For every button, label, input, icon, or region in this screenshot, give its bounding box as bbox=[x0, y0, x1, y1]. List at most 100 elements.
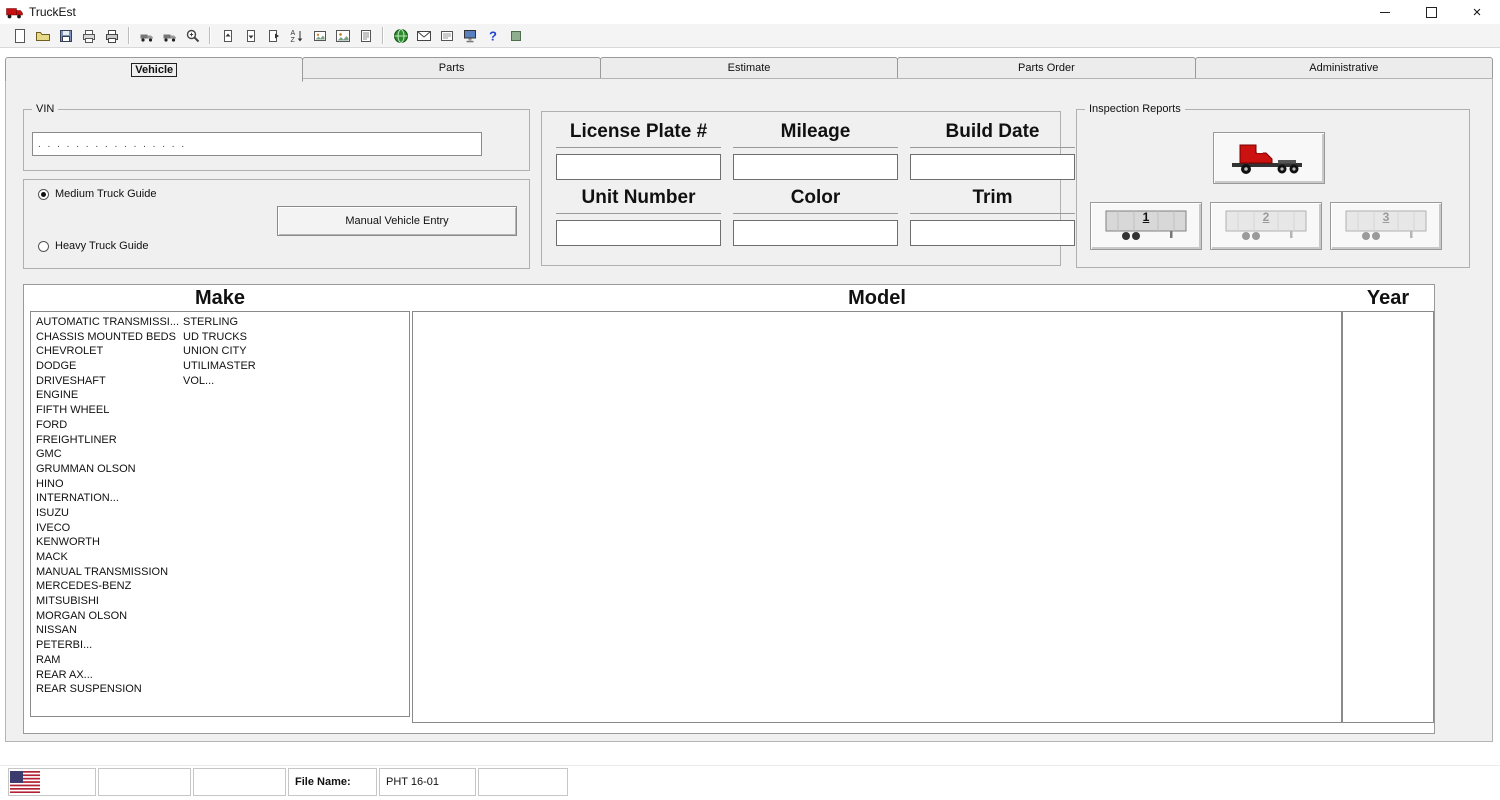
make-item[interactable]: FORD bbox=[34, 418, 180, 433]
notes-button[interactable] bbox=[435, 25, 458, 46]
vehicle-field-input[interactable] bbox=[556, 220, 721, 246]
make-item[interactable]: IVECO bbox=[34, 521, 180, 536]
make-header: Make bbox=[30, 286, 410, 311]
make-item[interactable]: AUTOMATIC TRANSMISSI... bbox=[34, 315, 180, 330]
web-button[interactable] bbox=[389, 25, 412, 46]
make-item[interactable]: MERCEDES-BENZ bbox=[34, 579, 180, 594]
make-item[interactable]: DRIVESHAFT bbox=[34, 374, 180, 389]
open-button[interactable] bbox=[31, 25, 54, 46]
make-item[interactable]: MANUAL TRANSMISSION bbox=[34, 565, 180, 580]
computer-button[interactable] bbox=[458, 25, 481, 46]
vehicle-field-input[interactable] bbox=[910, 154, 1075, 180]
trailer-1-inspection-button[interactable]: 1 bbox=[1090, 202, 1202, 250]
make-item[interactable]: MACK bbox=[34, 550, 180, 565]
email-button[interactable] bbox=[412, 25, 435, 46]
make-item[interactable]: ENGINE bbox=[34, 388, 180, 403]
vehicle-field-input[interactable] bbox=[556, 154, 721, 180]
tab-parts[interactable]: Parts bbox=[302, 57, 600, 79]
exit-button[interactable] bbox=[504, 25, 527, 46]
zoom-button[interactable] bbox=[181, 25, 204, 46]
make-item[interactable]: FREIGHTLINER bbox=[34, 433, 180, 448]
doc-up-button[interactable] bbox=[216, 25, 239, 46]
statusbar-flag-panel bbox=[8, 768, 96, 796]
tab-vehicle[interactable]: Vehicle bbox=[5, 57, 303, 82]
make-item[interactable]: UTILIMASTER bbox=[181, 359, 327, 374]
report-button[interactable] bbox=[354, 25, 377, 46]
vehicle-field-label: Trim bbox=[910, 182, 1075, 214]
make-item[interactable]: MITSUBISHI bbox=[34, 594, 180, 609]
make-item[interactable]: VOL... bbox=[181, 374, 327, 389]
make-item[interactable]: DODGE bbox=[34, 359, 180, 374]
medium-truck-guide-option[interactable]: Medium Truck Guide bbox=[38, 188, 156, 200]
tab-estimate[interactable]: Estimate bbox=[600, 57, 898, 79]
make-item[interactable]: CHEVROLET bbox=[34, 344, 180, 359]
tab-administrative[interactable]: Administrative bbox=[1195, 57, 1493, 79]
truck-prev-icon bbox=[139, 28, 155, 44]
model-header: Model bbox=[412, 286, 1342, 311]
tab-parts-label: Parts bbox=[439, 62, 465, 74]
vin-input[interactable] bbox=[32, 132, 482, 156]
model-listbox[interactable] bbox=[412, 311, 1342, 723]
trailer-2-inspection-button[interactable]: 2 bbox=[1210, 202, 1322, 250]
close-button[interactable]: × bbox=[1454, 0, 1500, 24]
tractor-inspection-button[interactable] bbox=[1213, 132, 1325, 184]
make-item[interactable]: UD TRUCKS bbox=[181, 330, 327, 345]
heavy-truck-radio-icon[interactable] bbox=[38, 241, 49, 252]
doc-down-button[interactable] bbox=[239, 25, 262, 46]
large-image-button[interactable] bbox=[331, 25, 354, 46]
make-item[interactable]: RAM bbox=[34, 653, 180, 668]
make-item[interactable]: GRUMMAN OLSON bbox=[34, 462, 180, 477]
make-item[interactable]: FIFTH WHEEL bbox=[34, 403, 180, 418]
print-preview-icon bbox=[81, 28, 97, 44]
new-file-button[interactable] bbox=[8, 25, 31, 46]
image-large-icon bbox=[335, 28, 351, 44]
file-name-value: PHT 16-01 bbox=[379, 768, 476, 796]
year-listbox[interactable] bbox=[1342, 311, 1434, 723]
heavy-truck-guide-option[interactable]: Heavy Truck Guide bbox=[38, 240, 149, 252]
make-item[interactable]: ISUZU bbox=[34, 506, 180, 521]
minimize-button[interactable] bbox=[1362, 0, 1408, 24]
save-button[interactable] bbox=[54, 25, 77, 46]
make-item[interactable]: NISSAN bbox=[34, 623, 180, 638]
make-item[interactable]: CHASSIS MOUNTED BEDS bbox=[34, 330, 180, 345]
small-image-button[interactable] bbox=[308, 25, 331, 46]
make-item[interactable]: PETERBI... bbox=[34, 638, 180, 653]
titlebar: TruckEst × bbox=[0, 0, 1500, 25]
make-item[interactable]: REAR AX... bbox=[34, 668, 180, 683]
medium-truck-radio-icon[interactable] bbox=[38, 189, 49, 200]
help-icon: ? bbox=[485, 28, 501, 44]
next-truck-button[interactable] bbox=[158, 25, 181, 46]
svg-text:?: ? bbox=[489, 28, 497, 43]
doc-forward-button[interactable] bbox=[262, 25, 285, 46]
tab-estimate-label: Estimate bbox=[728, 62, 771, 74]
print-preview-button[interactable] bbox=[77, 25, 100, 46]
vehicle-field-input[interactable] bbox=[733, 154, 898, 180]
help-button[interactable]: ? bbox=[481, 25, 504, 46]
vehicle-field-input[interactable] bbox=[910, 220, 1075, 246]
truck-next-icon bbox=[162, 28, 178, 44]
prev-truck-button[interactable] bbox=[135, 25, 158, 46]
notes-icon bbox=[439, 28, 455, 44]
print-icon bbox=[104, 28, 120, 44]
make-item[interactable]: KENWORTH bbox=[34, 535, 180, 550]
make-item[interactable]: INTERNATION... bbox=[34, 491, 180, 506]
make-item[interactable]: STERLING bbox=[181, 315, 327, 330]
make-item[interactable]: HINO bbox=[34, 477, 180, 492]
make-listbox[interactable]: AUTOMATIC TRANSMISSI... CHASSIS MOUNTED … bbox=[30, 311, 410, 717]
new-file-icon bbox=[12, 28, 28, 44]
make-item[interactable]: GMC bbox=[34, 447, 180, 462]
vehicle-field-label: Build Date bbox=[910, 116, 1075, 148]
vehicle-field-input[interactable] bbox=[733, 220, 898, 246]
sort-button[interactable]: AZ bbox=[285, 25, 308, 46]
make-item[interactable]: REAR SUSPENSION bbox=[34, 682, 180, 697]
make-item[interactable]: MORGAN OLSON bbox=[34, 609, 180, 624]
print-button[interactable] bbox=[100, 25, 123, 46]
manual-vehicle-entry-button[interactable]: Manual Vehicle Entry bbox=[277, 206, 517, 236]
make-item[interactable]: UNION CITY bbox=[181, 344, 327, 359]
maximize-button[interactable] bbox=[1408, 0, 1454, 24]
trailer-3-inspection-button[interactable]: 3 bbox=[1330, 202, 1442, 250]
sort-az-icon: AZ bbox=[289, 28, 305, 44]
tab-parts-order[interactable]: Parts Order bbox=[897, 57, 1195, 79]
vin-group: VIN bbox=[23, 109, 530, 171]
statusbar: File Name: PHT 16-01 bbox=[0, 765, 1500, 799]
